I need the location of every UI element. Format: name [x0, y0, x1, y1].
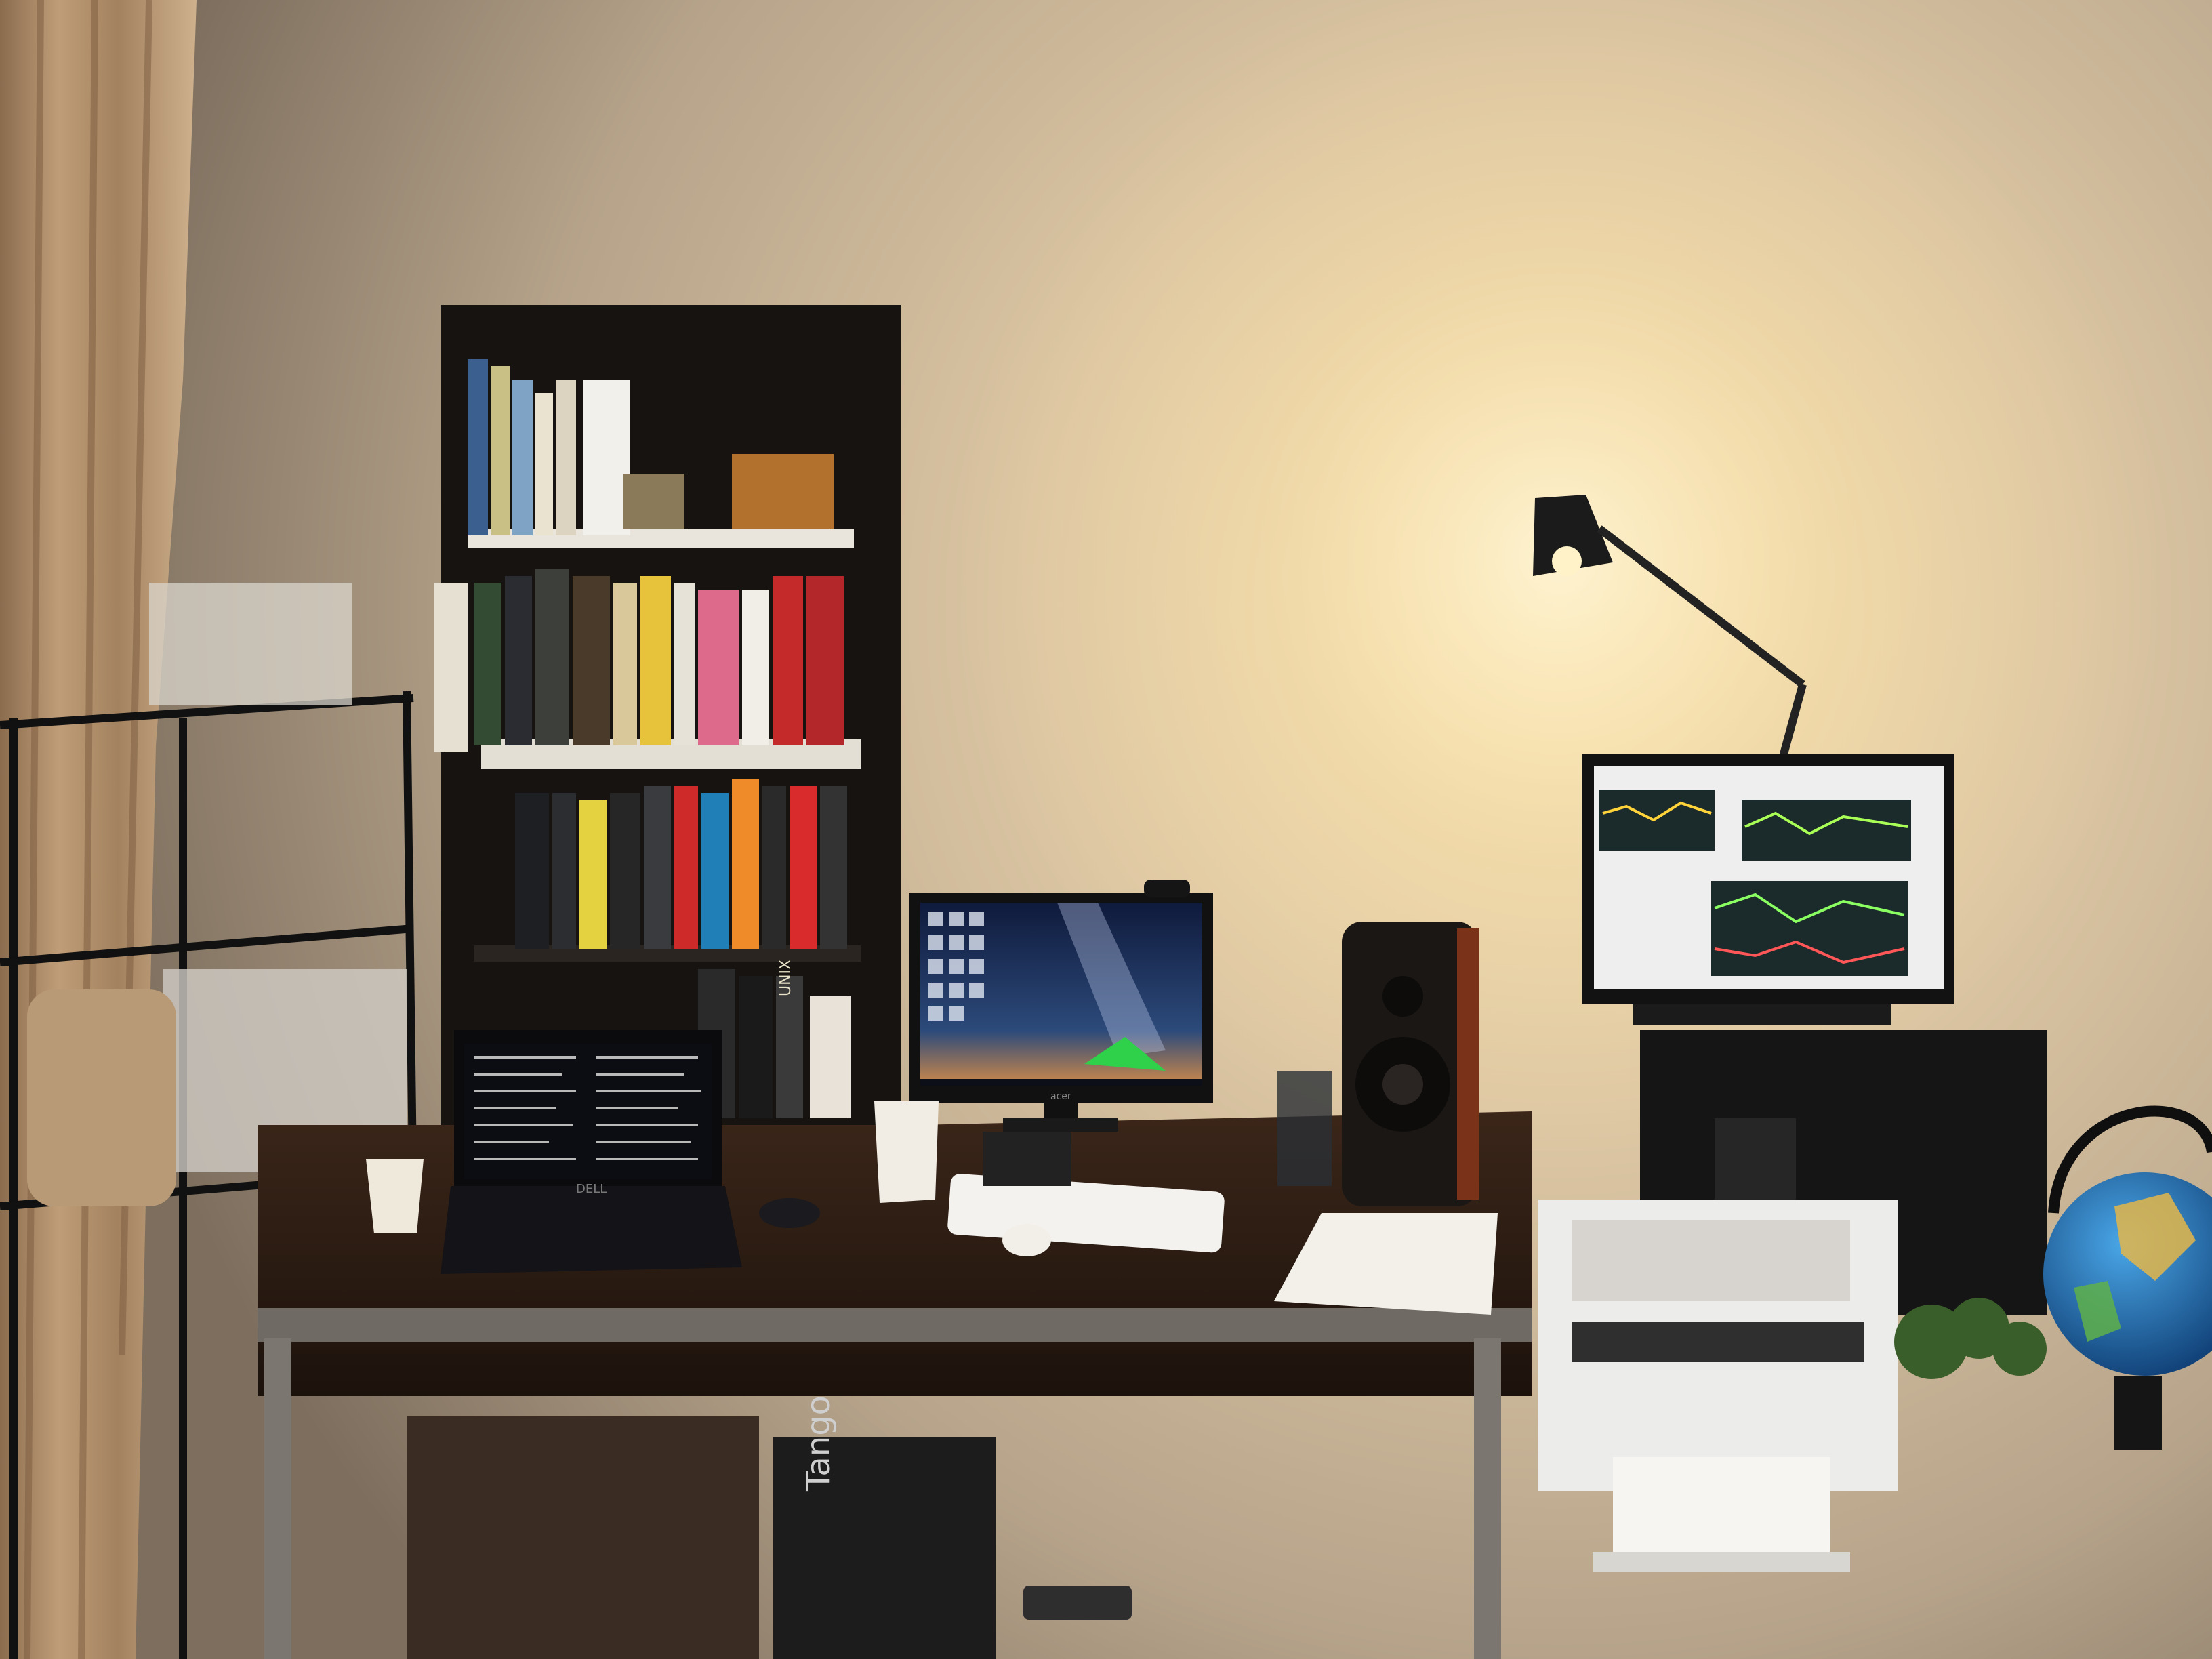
speaker [1342, 922, 1479, 1206]
laptop-base [441, 1186, 742, 1274]
under-desk-box [407, 1416, 759, 1659]
tango-text: Tango [800, 1395, 838, 1491]
right-monitor [1582, 754, 1954, 1025]
paper-cup [366, 1159, 424, 1233]
laptop-mouse [759, 1198, 820, 1228]
box-label: Tango [800, 1342, 838, 1491]
center-monitor: acer [909, 880, 1213, 1132]
laptop: DELL [441, 1030, 742, 1274]
rack-boxes [149, 583, 352, 705]
pen-holder [1277, 1071, 1332, 1186]
webcam [1144, 880, 1190, 897]
laptop-brand: DELL [576, 1182, 607, 1196]
power-strip [1023, 1586, 1132, 1620]
calculator [983, 1132, 1071, 1186]
book-spine-label: UNIX [777, 960, 794, 996]
bookshelf [434, 305, 901, 1139]
mug [874, 1101, 939, 1203]
monitor-brand: acer [1050, 1091, 1071, 1102]
mouse [1002, 1224, 1051, 1256]
unix-text: UNIX [777, 959, 794, 996]
books-row-3 [515, 779, 847, 949]
desk-photo: DELL acer [0, 0, 2212, 1659]
taskbar [920, 1079, 1202, 1086]
rack-cloth-bag [27, 989, 176, 1206]
